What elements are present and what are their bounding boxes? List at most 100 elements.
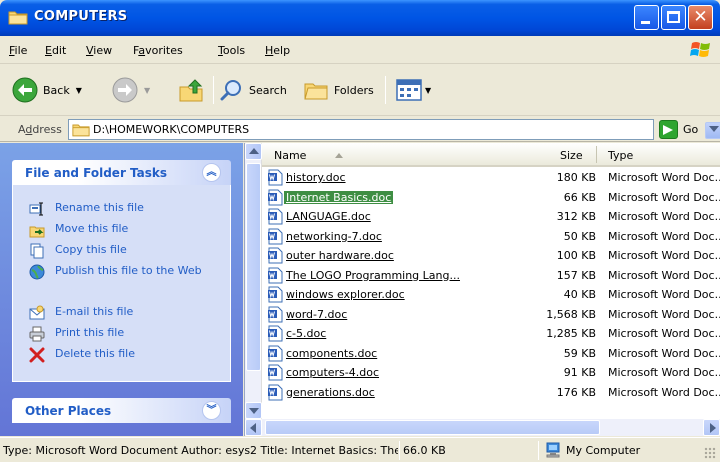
word-document-icon bbox=[268, 169, 283, 186]
file-name: The LOGO Programming Lang... bbox=[286, 268, 460, 282]
status-size: 66.0 KB bbox=[403, 444, 446, 457]
word-document-icon bbox=[268, 384, 283, 400]
column-header: Name Size Type bbox=[262, 143, 720, 167]
task-email[interactable]: E-mail this file bbox=[29, 305, 215, 321]
word-document-icon bbox=[268, 247, 283, 264]
file-folder-tasks-header[interactable]: File and Folder Tasks ︽ bbox=[12, 160, 231, 185]
table-row[interactable]: components.doc 59 KB Microsoft Word Doc... bbox=[262, 345, 720, 364]
task-rename[interactable]: Rename this file bbox=[29, 201, 215, 217]
column-divider[interactable] bbox=[596, 146, 597, 163]
title-bar[interactable]: COMPUTERS ✕ bbox=[0, 0, 720, 36]
file-name: history.doc bbox=[286, 171, 346, 184]
task-copy[interactable]: Copy this file bbox=[29, 243, 215, 259]
task-move[interactable]: Move this file bbox=[29, 222, 215, 238]
file-type: Microsoft Word Doc... bbox=[608, 249, 720, 262]
file-size: 100 KB bbox=[556, 249, 596, 262]
go-button[interactable]: Go bbox=[659, 119, 698, 140]
column-name[interactable]: Name bbox=[274, 149, 306, 162]
file-type: Microsoft Word Doc... bbox=[608, 327, 720, 340]
address-input[interactable]: D:\HOMEWORK\COMPUTERS bbox=[68, 119, 720, 140]
panel-title: File and Folder Tasks bbox=[25, 166, 168, 180]
views-button[interactable]: ▼ bbox=[396, 77, 431, 103]
scroll-thumb[interactable] bbox=[265, 420, 600, 435]
scroll-thumb[interactable] bbox=[246, 163, 261, 371]
status-zone: My Computer bbox=[545, 442, 640, 458]
close-icon: ✕ bbox=[693, 7, 708, 27]
menu-file[interactable]: File bbox=[9, 44, 27, 57]
table-row[interactable]: Internet Basics.doc 66 KB Microsoft Word D… bbox=[262, 189, 720, 208]
file-name: LANGUAGE.doc bbox=[286, 210, 371, 223]
file-type: Microsoft Word Doc... bbox=[608, 288, 720, 301]
scroll-left-button[interactable] bbox=[245, 419, 262, 436]
my-computer-icon bbox=[546, 442, 560, 458]
file-size: 180 KB bbox=[556, 171, 596, 184]
file-type: Microsoft Word Doc... bbox=[608, 307, 720, 321]
menu-favorites[interactable]: Favorites bbox=[133, 44, 183, 57]
back-dropdown-icon[interactable]: ▼ bbox=[76, 86, 82, 95]
chevron-right-icon bbox=[710, 423, 716, 433]
maximize-button[interactable] bbox=[661, 5, 686, 30]
table-row[interactable]: generations.doc 176 KB Microsoft Word Doc.… bbox=[262, 384, 720, 403]
chevron-down-icon[interactable]: ︾ bbox=[202, 401, 221, 420]
search-button[interactable]: Search bbox=[220, 77, 287, 103]
horizontal-scrollbar[interactable] bbox=[245, 419, 720, 436]
column-type[interactable]: Type bbox=[608, 149, 633, 162]
task-delete[interactable]: Delete this file bbox=[29, 347, 215, 363]
table-row[interactable]: computers-4.doc 91 KB Microsoft Word Doc..… bbox=[262, 364, 720, 383]
table-row[interactable]: The LOGO Programming Lang... 157 KB Micros… bbox=[262, 267, 720, 286]
views-dropdown-icon[interactable]: ▼ bbox=[425, 86, 431, 95]
up-folder-button[interactable] bbox=[178, 77, 204, 103]
address-dropdown-button[interactable] bbox=[705, 122, 720, 139]
table-row[interactable]: history.doc 180 KB Microsoft Word Doc... bbox=[262, 169, 720, 188]
address-bar: Address D:\HOMEWORK\COMPUTERS Go bbox=[0, 117, 720, 142]
scroll-down-button[interactable] bbox=[245, 402, 262, 419]
scroll-up-button[interactable] bbox=[245, 143, 262, 160]
folders-button[interactable]: Folders bbox=[303, 77, 374, 103]
scroll-right-button[interactable] bbox=[703, 419, 720, 436]
table-row[interactable]: outer hardware.doc 100 KB Microsoft Word D… bbox=[262, 247, 720, 266]
menu-edit[interactable]: Edit bbox=[45, 44, 66, 57]
table-row[interactable]: LANGUAGE.doc 312 KB Microsoft Word Doc... bbox=[262, 208, 720, 227]
other-places-header[interactable]: Other Places ︾ bbox=[12, 398, 231, 423]
table-row[interactable]: networking-7.doc 50 KB Microsoft Word Doc.… bbox=[262, 228, 720, 247]
file-size: 66 KB bbox=[563, 190, 596, 204]
word-document-icon bbox=[268, 286, 283, 303]
address-label: Address bbox=[18, 123, 62, 136]
file-size: 157 KB bbox=[556, 268, 596, 282]
menu-help[interactable]: Help bbox=[265, 44, 290, 57]
folder-icon bbox=[72, 122, 90, 140]
menu-view[interactable]: View bbox=[86, 44, 112, 57]
chevron-up-icon[interactable]: ︽ bbox=[202, 163, 221, 182]
file-name: word-7.doc bbox=[286, 307, 348, 321]
file-type: Microsoft Word Doc... bbox=[608, 210, 720, 223]
task-publish-web[interactable]: Publish this file to the Web bbox=[29, 264, 215, 280]
file-size: 176 KB bbox=[556, 385, 596, 399]
table-row[interactable]: c-5.doc 1,285 KB Microsoft Word Doc... bbox=[262, 325, 720, 344]
file-size: 91 KB bbox=[563, 366, 596, 379]
minimize-button[interactable] bbox=[634, 5, 659, 30]
file-type: Microsoft Word Doc... bbox=[608, 346, 720, 360]
column-size[interactable]: Size bbox=[560, 149, 583, 162]
toolbar-separator bbox=[385, 76, 386, 104]
forward-button[interactable]: ▼ bbox=[112, 77, 150, 103]
vertical-scrollbar[interactable] bbox=[245, 143, 262, 419]
task-print[interactable]: Print this file bbox=[29, 326, 215, 342]
close-button[interactable]: ✕ bbox=[688, 5, 713, 30]
back-button[interactable]: Back ▼ bbox=[12, 77, 82, 103]
chevron-down-icon bbox=[249, 408, 259, 414]
file-type: Microsoft Word Doc... bbox=[608, 268, 720, 282]
status-info: Type: Microsoft Word Document Author: es… bbox=[3, 444, 398, 457]
word-document-icon bbox=[268, 189, 283, 205]
toolbar: Back ▼ ▼ Search Folders ▼ bbox=[0, 64, 720, 116]
menu-tools[interactable]: Tools bbox=[218, 44, 245, 57]
go-arrow-icon bbox=[659, 120, 678, 139]
print-icon bbox=[29, 326, 45, 342]
table-row[interactable]: windows explorer.doc 40 KB Microsoft Word … bbox=[262, 286, 720, 305]
file-name: components.doc bbox=[286, 346, 378, 360]
file-type: Microsoft Word Doc... bbox=[608, 385, 720, 399]
table-row[interactable]: word-7.doc 1,568 KB Microsoft Word Doc... bbox=[262, 306, 720, 325]
chevron-up-icon bbox=[249, 148, 259, 154]
forward-dropdown-icon[interactable]: ▼ bbox=[144, 86, 150, 95]
folder-icon bbox=[8, 9, 28, 28]
resize-grip[interactable] bbox=[704, 447, 716, 459]
